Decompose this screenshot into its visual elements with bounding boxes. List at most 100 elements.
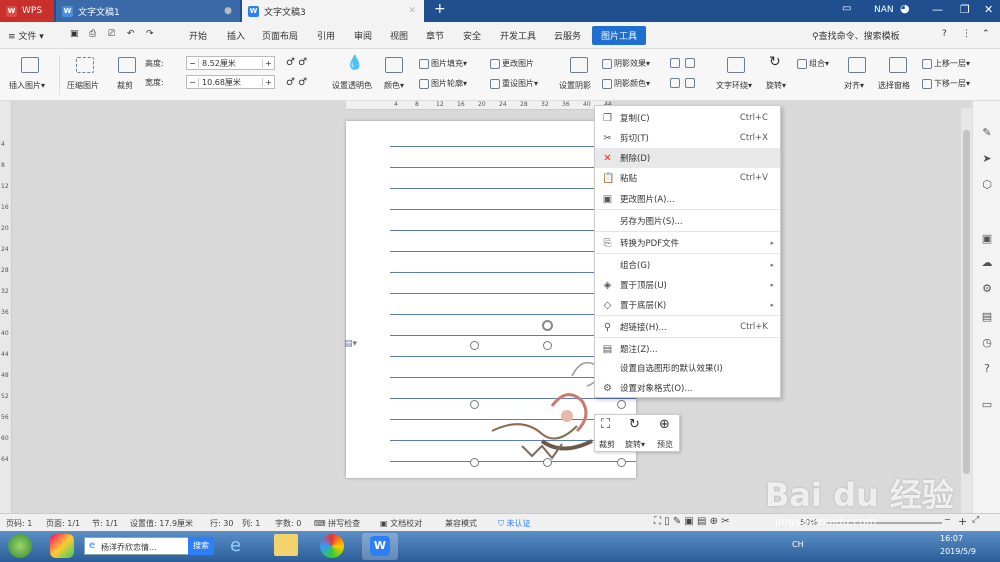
history-icon[interactable]: ◷ (981, 337, 993, 349)
avatar[interactable]: ◕ (900, 2, 910, 15)
zoom-in-icon[interactable]: + (958, 515, 967, 528)
chrome-icon[interactable] (320, 534, 344, 558)
proof-button[interactable]: ▣ 文档校对 (380, 518, 422, 529)
search-command[interactable]: ⚲查找命令、搜索模板 (812, 29, 900, 42)
help-icon[interactable]: ? (942, 29, 947, 39)
context-menu-item[interactable]: ✂ 剪切(T) Ctrl+X (595, 128, 780, 148)
resize-handle[interactable] (470, 458, 479, 467)
scrollbar-thumb[interactable] (963, 130, 970, 474)
picture-fill-button[interactable]: 图片填充▾ (419, 58, 467, 69)
floral-picture[interactable] (482, 346, 612, 466)
document-page[interactable]: ▤▾ (344, 121, 636, 478)
settings-icon[interactable]: ⚙ (981, 283, 993, 295)
resize-handle[interactable] (543, 341, 552, 350)
compress-picture-button[interactable]: 压缩图片 (67, 80, 99, 91)
tab-document-3[interactable]: W 文字文稿3 ✕ (242, 0, 424, 22)
resize-handle[interactable] (470, 400, 479, 409)
align-button[interactable]: 对齐▾ (844, 80, 864, 91)
change-picture-button[interactable]: 更改图片 (490, 58, 534, 69)
more-icon[interactable]: ⋮ (962, 29, 971, 39)
context-menu-item[interactable]: ◈ 置于顶层(U) ▸ (595, 275, 780, 295)
cloud-icon[interactable]: ☁ (981, 257, 993, 269)
help-circle-icon[interactable]: ? (981, 363, 993, 375)
contrast-icon[interactable]: ♂ ♂ (286, 57, 307, 68)
folder-icon[interactable] (274, 534, 298, 556)
app-icon[interactable] (50, 534, 74, 558)
fullscreen-icon[interactable]: ⤢ (972, 515, 979, 525)
file-menu[interactable]: ≡ 文件 ▾ (8, 29, 44, 42)
color-button[interactable]: 颜色▾ (384, 80, 404, 91)
select-icon[interactable]: ➤ (981, 153, 993, 165)
taskbar-search-button[interactable]: 搜索 (188, 537, 214, 555)
context-menu-item[interactable]: 组合(G) ▸ (595, 255, 780, 275)
tab-document-1[interactable]: W 文字文稿1 ● (56, 0, 240, 22)
menu-references[interactable]: 引用 (317, 29, 335, 42)
menu-insert[interactable]: 插入 (227, 29, 245, 42)
nudge-icons-2[interactable] (670, 78, 697, 88)
reset-picture-button[interactable]: 重设图片▾ (490, 78, 538, 89)
mini-crop-button[interactable]: 裁剪 (599, 439, 615, 450)
menu-view[interactable]: 视图 (390, 29, 408, 42)
print-icon[interactable]: ⎙ (89, 29, 96, 39)
context-menu-item[interactable]: 设置自选图形的默认效果(I) (595, 358, 780, 378)
menu-start[interactable]: 开始 (189, 29, 207, 42)
share-icon[interactable]: ▭ (981, 399, 993, 411)
save-icon[interactable]: ▣ (70, 29, 79, 39)
brightness-icon[interactable]: ♂ ♂ (286, 77, 307, 88)
tab-wps[interactable]: W WPS (0, 0, 54, 22)
zoom-out-icon[interactable]: − (944, 515, 951, 524)
crop-button[interactable]: 裁剪 (117, 80, 133, 91)
ie-browser-icon[interactable]: e (230, 535, 241, 556)
mini-preview-button[interactable]: 预览 (657, 439, 673, 450)
layout-icon[interactable]: ▭ (842, 3, 851, 14)
view-icons[interactable]: ⛶ ▯ ✎ ▣ ▤ ⊕ ✂ (654, 516, 730, 527)
shadow-effect-button[interactable]: 阴影效果▾ (602, 58, 650, 69)
undo-icon[interactable]: ↶ (127, 29, 135, 39)
print-preview-icon[interactable]: ⎚ (108, 29, 115, 39)
resize-handle[interactable] (470, 341, 479, 350)
context-menu-item[interactable]: 另存为图片(S)... (595, 211, 780, 231)
minimize-button[interactable]: — (932, 3, 943, 16)
clock-date[interactable]: 2019/5/9 (940, 547, 976, 556)
width-stepper[interactable]: −10.68厘米 + (186, 75, 275, 89)
close-window-button[interactable]: ✕ (984, 3, 993, 16)
edit-icon[interactable]: ✎ (981, 127, 993, 139)
context-menu-item[interactable]: ⚲ 超链接(H)... Ctrl+K (595, 317, 780, 337)
bring-forward-button[interactable]: 上移一层▾ (922, 58, 970, 69)
menu-chapter[interactable]: 章节 (426, 29, 444, 42)
maximize-button[interactable]: ❐ (960, 3, 970, 16)
menu-security[interactable]: 安全 (463, 29, 481, 42)
wps-taskbar-button[interactable]: W (362, 533, 398, 560)
resize-handle[interactable] (617, 458, 626, 467)
close-tab-icon[interactable]: ✕ (408, 6, 416, 16)
rotate-button[interactable]: 旋转▾ (766, 80, 786, 91)
redo-icon[interactable]: ↷ (146, 29, 154, 39)
input-language[interactable]: CH (792, 540, 804, 549)
vertical-scrollbar[interactable] (961, 108, 972, 513)
send-backward-button[interactable]: 下移一层▾ (922, 78, 970, 89)
context-menu-item[interactable]: ▤ 题注(Z)... (595, 339, 780, 359)
user-name[interactable]: NAN (874, 5, 894, 15)
context-menu-item[interactable]: ⎘ 转换为PDF文件 ▸ (595, 233, 780, 253)
set-transparent-button[interactable]: 设置透明色 (332, 80, 372, 91)
clock-time[interactable]: 16:07 (940, 534, 963, 543)
anchor-icon[interactable]: ▤▾ (344, 339, 357, 349)
layout-icon[interactable]: ▤ (981, 311, 993, 323)
menu-picture-tools[interactable]: 图片工具 (592, 26, 647, 45)
context-menu-item[interactable]: ⚙ 设置对象格式(O)... (595, 378, 780, 398)
context-menu-item[interactable]: ▣ 更改图片(A)... (595, 189, 780, 209)
insert-picture-button[interactable]: 插入图片▾ (9, 80, 45, 91)
height-stepper[interactable]: −8.52厘米 + (186, 56, 275, 70)
context-menu-item[interactable]: ✕ 删除(D) (595, 148, 780, 168)
start-button[interactable] (8, 534, 32, 558)
shadow-color-button[interactable]: 阴影颜色▾ (602, 78, 650, 89)
rotate-handle[interactable] (542, 320, 553, 331)
context-menu-item[interactable]: 📋 粘贴 Ctrl+V (595, 168, 780, 188)
shapes-icon[interactable]: ⬡ (981, 179, 993, 191)
selection-pane-button[interactable]: 选择窗格 (878, 80, 910, 91)
picture-outline-button[interactable]: 图片轮廓▾ (419, 78, 467, 89)
spell-check-button[interactable]: ⌨ 拼写检查 (314, 518, 360, 529)
resize-handle[interactable] (617, 400, 626, 409)
collapse-ribbon-icon[interactable]: ⌃ (982, 29, 990, 39)
new-tab-button[interactable]: + (434, 1, 446, 17)
